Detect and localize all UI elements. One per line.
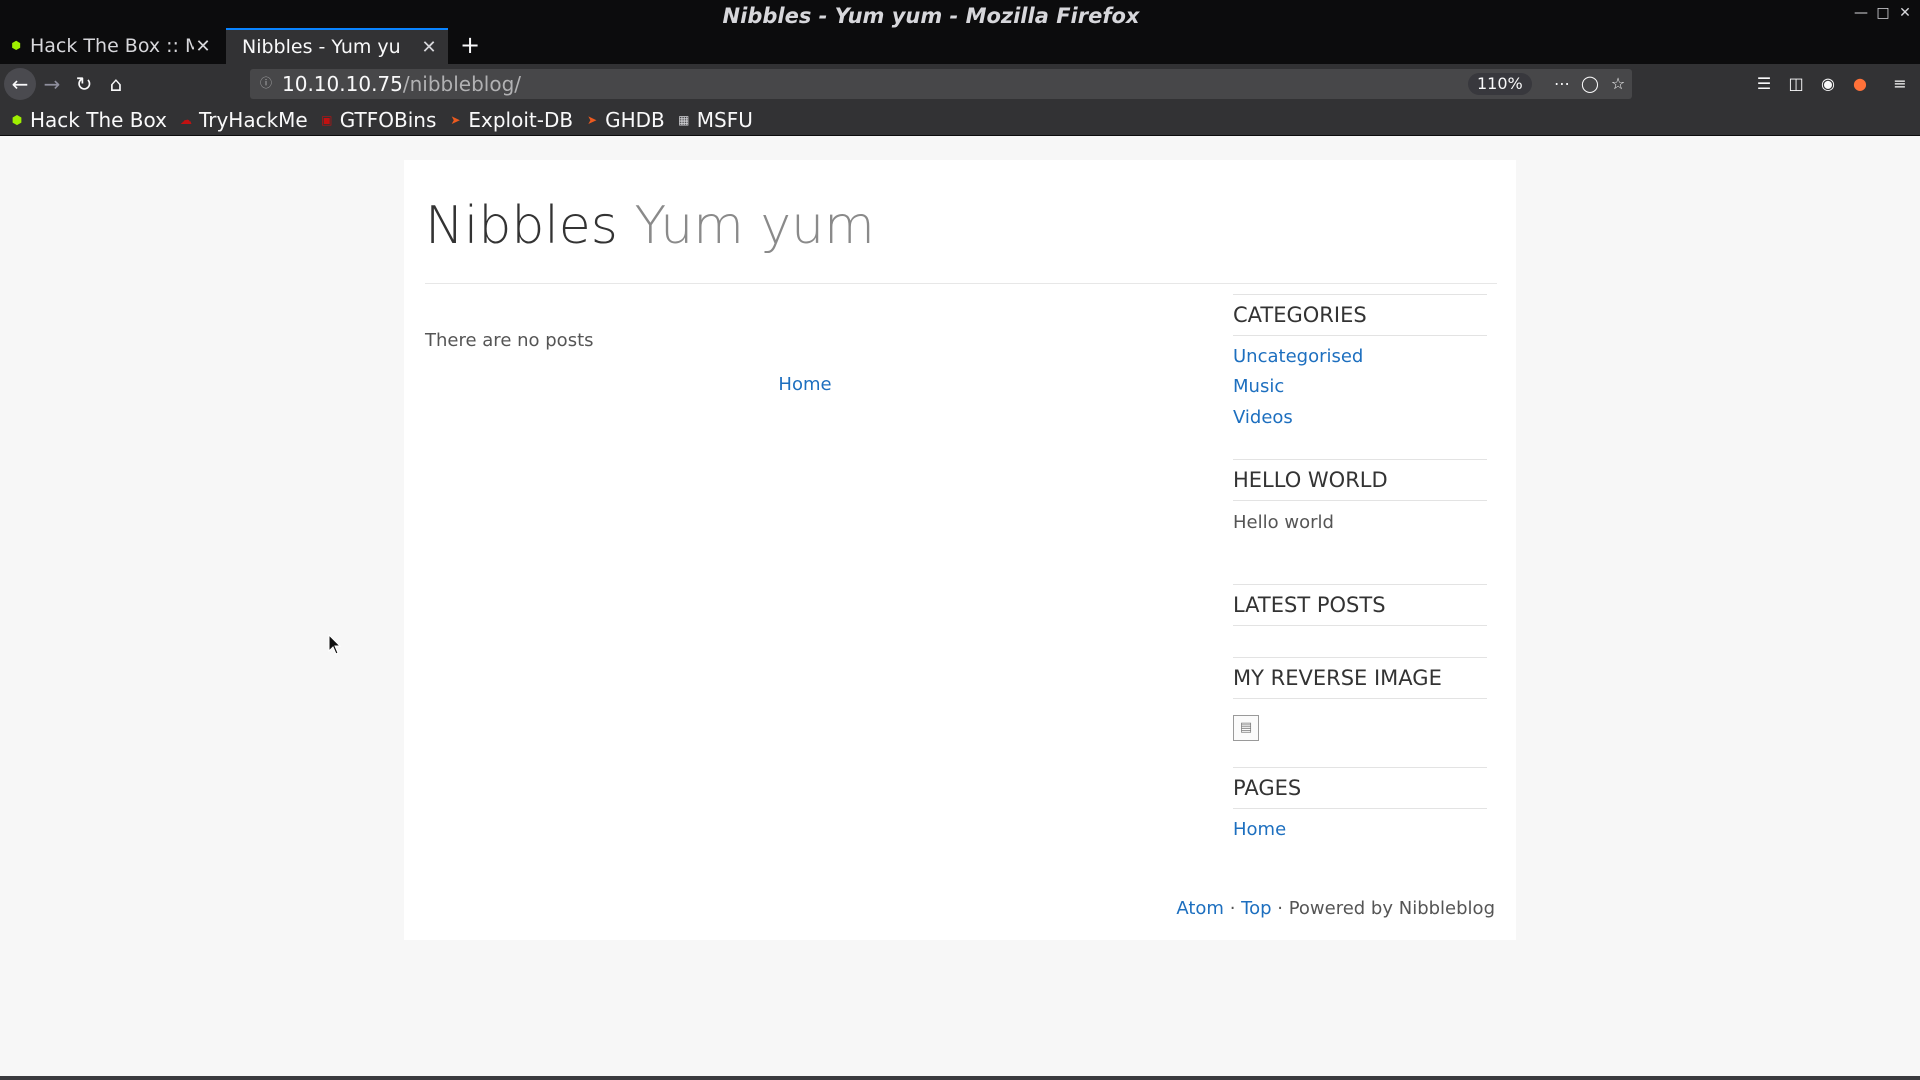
url-bar[interactable]: ⓘ 10.10.10.75/nibbleblog/ 110% ⋯ ◯ ☆ <box>250 69 1632 99</box>
url-host: 10.10.10.75 <box>282 72 403 96</box>
tab-hackthebox[interactable]: ⬢ Hack The Box :: M ✕ <box>0 28 222 64</box>
hello-world-text: Hello world <box>1233 512 1334 533</box>
sidebar-icon[interactable]: ◫ <box>1780 68 1812 100</box>
close-icon[interactable]: ✕ <box>1896 4 1914 22</box>
bookmark-label: GTFOBins <box>339 107 437 132</box>
blog-container: Nibbles Yum yum There are no posts Home … <box>404 160 1516 940</box>
page-actions-icon[interactable]: ⋯ <box>1550 73 1574 95</box>
footer-separator: · <box>1271 898 1289 919</box>
extension-fox-icon[interactable]: ● <box>1844 68 1876 100</box>
powered-by-text: Powered by Nibbleblog <box>1288 898 1495 919</box>
url-text[interactable]: 10.10.10.75/nibbleblog/ <box>282 69 521 99</box>
window-bottom-border <box>0 1076 1920 1080</box>
site-footer: Atom · Top · Powered by Nibbleblog <box>1176 898 1495 919</box>
tab-label: Hack The Box :: M <box>30 35 194 57</box>
category-link-videos[interactable]: Videos <box>1233 407 1293 428</box>
category-link-music[interactable]: Music <box>1233 376 1284 397</box>
bookmark-star-icon[interactable]: ☆ <box>1606 73 1630 95</box>
maximize-icon[interactable]: □ <box>1874 4 1892 22</box>
footer-separator: · <box>1223 898 1242 919</box>
library-icon[interactable]: ☰ <box>1748 68 1780 100</box>
nav-toolbar: ← → ↻ ⌂ ⓘ 10.10.10.75/nibbleblog/ 110% ⋯… <box>0 64 1920 104</box>
url-path: /nibbleblog/ <box>402 72 522 96</box>
tab-close-icon[interactable]: ✕ <box>420 37 438 58</box>
pocket-icon[interactable]: ◯ <box>1578 73 1602 95</box>
site-name: Nibbles <box>425 196 618 256</box>
bookmark-msfu[interactable]: ▦ MSFU <box>677 108 753 132</box>
latest-posts-title: LATEST POSTS <box>1233 584 1487 626</box>
tab-nibbles[interactable]: Nibbles - Yum yu ✕ <box>226 28 448 64</box>
pager-home-link[interactable]: Home <box>425 374 1185 395</box>
bookmark-hackthebox[interactable]: ⬢ Hack The Box <box>10 108 167 132</box>
bookmark-label: GHDB <box>605 107 665 132</box>
home-button[interactable]: ⌂ <box>100 68 132 100</box>
site-header: Nibbles Yum yum <box>425 160 1497 284</box>
gtfobins-icon: ▣ <box>321 112 333 127</box>
exploitdb-icon: ➤ <box>450 112 461 127</box>
mouse-cursor-icon <box>328 634 342 655</box>
minimize-icon[interactable]: — <box>1852 4 1870 22</box>
site-slogan: Yum yum <box>634 196 875 256</box>
msfu-icon: ▦ <box>678 112 690 127</box>
tab-close-icon[interactable]: ✕ <box>194 36 212 57</box>
ghdb-icon: ➤ <box>587 112 598 127</box>
pages-link-home[interactable]: Home <box>1233 819 1286 840</box>
htb-cube-icon: ⬢ <box>11 39 21 52</box>
bookmark-label: Hack The Box <box>30 107 167 132</box>
atom-link[interactable]: Atom <box>1176 898 1224 919</box>
zoom-level-button[interactable]: 110% <box>1468 73 1532 95</box>
new-tab-button[interactable]: + <box>454 30 486 62</box>
account-icon[interactable]: ◉ <box>1812 68 1844 100</box>
htb-cube-icon: ⬢ <box>11 112 23 127</box>
info-icon[interactable]: ⓘ <box>258 75 274 91</box>
broken-image-icon: ▤ <box>1233 715 1259 741</box>
reverse-image-title: MY REVERSE IMAGE <box>1233 657 1487 699</box>
menu-hamburger-icon[interactable]: ≡ <box>1884 68 1916 100</box>
categories-title: CATEGORIES <box>1233 294 1487 336</box>
pages-title: PAGES <box>1233 767 1487 809</box>
bookmark-gtfobins[interactable]: ▣ GTFOBins <box>320 107 437 132</box>
site-title[interactable]: Nibbles Yum yum <box>425 196 875 256</box>
bookmark-ghdb[interactable]: ➤ GHDB <box>585 108 665 132</box>
window-controls: — □ ✕ <box>1852 4 1914 22</box>
bookmark-label: MSFU <box>696 107 753 132</box>
bookmark-label: Exploit-DB <box>468 107 574 132</box>
top-link[interactable]: Top <box>1241 898 1271 919</box>
back-button[interactable]: ← <box>4 68 36 100</box>
tab-label: Nibbles - Yum yu <box>242 36 401 58</box>
thm-icon: ☁ <box>179 112 192 127</box>
tab-strip: ⬢ Hack The Box :: M ✕ Nibbles - Yum yu ✕… <box>0 28 1920 64</box>
bookmarks-toolbar: ⬢ Hack The Box ☁ TryHackMe ▣ GTFOBins ➤ … <box>0 104 1920 136</box>
page-viewport: Nibbles Yum yum There are no posts Home … <box>0 136 1920 1076</box>
bookmark-tryhackme[interactable]: ☁ TryHackMe <box>179 108 308 132</box>
category-link-uncategorised[interactable]: Uncategorised <box>1233 346 1363 367</box>
reload-button[interactable]: ↻ <box>68 68 100 100</box>
browser-chrome: Nibbles - Yum yum - Mozilla Firefox — □ … <box>0 0 1920 136</box>
forward-button[interactable]: → <box>36 68 68 100</box>
bookmark-label: TryHackMe <box>198 107 308 132</box>
bookmark-exploitdb[interactable]: ➤ Exploit-DB <box>448 108 573 132</box>
no-posts-message: There are no posts <box>425 330 594 351</box>
hello-world-title: HELLO WORLD <box>1233 459 1487 501</box>
